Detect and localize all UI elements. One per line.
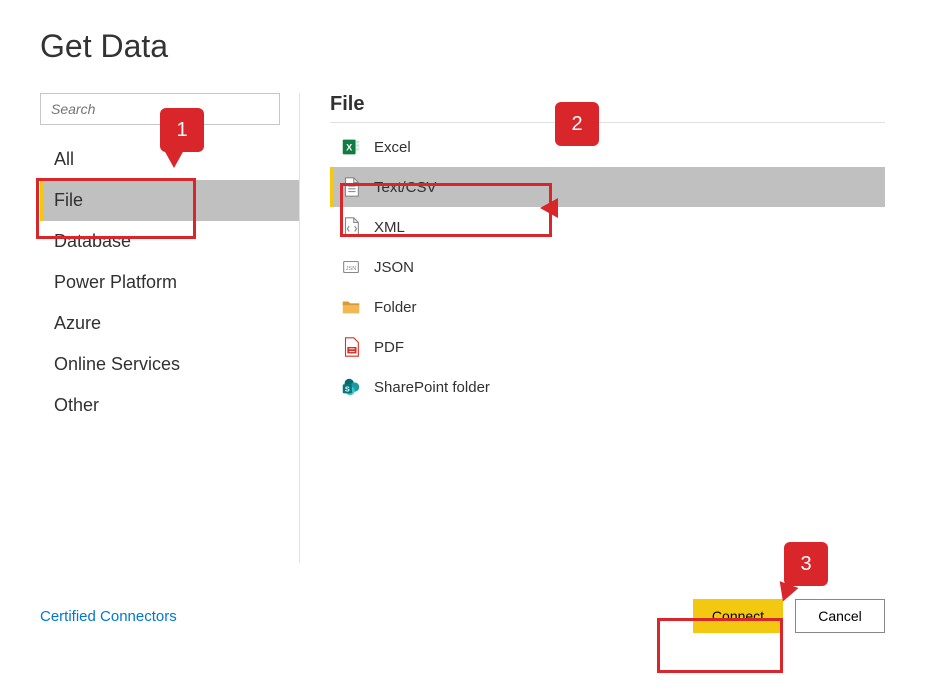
category-other[interactable]: Other [40,385,299,426]
dialog-footer: Certified Connectors Connect Cancel [40,599,885,633]
section-heading: File [330,93,885,123]
search-input[interactable] [40,93,280,125]
pdf-icon [340,336,362,358]
sharepoint-icon: S [340,376,362,398]
connector-panel: File X Excel [330,93,885,563]
connector-pdf[interactable]: PDF [330,327,885,367]
svg-text:X: X [346,143,353,153]
svg-text:JSN: JSN [346,266,356,272]
category-label: Power Platform [54,272,177,292]
connector-textcsv[interactable]: Text/CSV [330,167,885,207]
connector-folder[interactable]: Folder [330,287,885,327]
connector-json[interactable]: JSN JSON [330,247,885,287]
connect-button[interactable]: Connect [693,599,783,633]
xml-icon [340,216,362,238]
json-icon: JSN [340,256,362,278]
connector-label: Text/CSV [374,179,437,196]
category-sidebar: All File Database Power Platform Azure O… [40,93,300,563]
connector-list: X Excel [330,127,885,407]
category-power-platform[interactable]: Power Platform [40,262,299,303]
category-list: All File Database Power Platform Azure O… [40,139,299,426]
textcsv-icon [340,176,362,198]
category-label: Azure [54,313,101,333]
get-data-dialog: Get Data All File Database Power Platfor… [0,0,925,653]
connector-label: XML [374,219,405,236]
certified-connectors-link[interactable]: Certified Connectors [40,608,177,625]
connector-label: Folder [374,299,417,316]
connector-label: Excel [374,139,411,156]
category-all[interactable]: All [40,139,299,180]
category-database[interactable]: Database [40,221,299,262]
connector-xml[interactable]: XML [330,207,885,247]
category-label: Online Services [54,354,180,374]
category-online-services[interactable]: Online Services [40,344,299,385]
connector-label: PDF [374,339,404,356]
connector-sharepoint-folder[interactable]: S SharePoint folder [330,367,885,407]
category-file[interactable]: File [40,180,299,221]
category-label: File [54,190,83,210]
excel-icon: X [340,136,362,158]
connector-label: JSON [374,259,414,276]
folder-icon [340,296,362,318]
category-azure[interactable]: Azure [40,303,299,344]
category-label: Other [54,395,99,415]
category-label: All [54,149,74,169]
dialog-title: Get Data [40,28,885,65]
connector-excel[interactable]: X Excel [330,127,885,167]
main-area: All File Database Power Platform Azure O… [40,93,885,563]
svg-text:S: S [345,385,350,394]
cancel-button[interactable]: Cancel [795,599,885,633]
button-row: Connect Cancel [693,599,885,633]
connector-label: SharePoint folder [374,379,490,396]
category-label: Database [54,231,131,251]
